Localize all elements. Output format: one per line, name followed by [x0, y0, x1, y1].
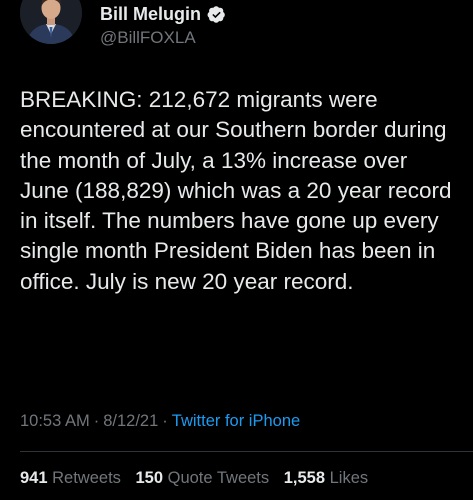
quote-tweets-label: Quote Tweets: [167, 469, 270, 487]
verified-badge-icon: [207, 5, 226, 24]
avatar[interactable]: [20, 0, 82, 44]
likes-label: Likes: [329, 469, 369, 487]
author-display-name[interactable]: Bill Melugin: [100, 4, 201, 25]
retweets-stat[interactable]: 941 Retweets: [20, 469, 121, 487]
divider: [20, 451, 473, 452]
tweet-time[interactable]: 10:53 AM: [20, 412, 90, 430]
likes-stat[interactable]: 1,558 Likes: [284, 469, 368, 487]
meta-separator: ·: [162, 412, 168, 430]
quote-tweets-count: 150: [135, 469, 164, 487]
tweet-source-link[interactable]: Twitter for iPhone: [172, 412, 300, 430]
tweet-stats: 941 Retweets 150 Quote Tweets 1,558 Like…: [20, 469, 378, 488]
tweet-text: BREAKING: 212,672 migrants were encounte…: [20, 87, 452, 294]
tweet-date[interactable]: 8/12/21: [103, 412, 158, 430]
likes-count: 1,558: [283, 469, 326, 487]
author-name-row: Bill Melugin: [100, 2, 226, 26]
author-handle[interactable]: @BillFOXLA: [100, 28, 196, 48]
tweet-meta: 10:53 AM · 8/12/21 · Twitter for iPhone: [20, 412, 300, 431]
retweets-label: Retweets: [52, 469, 121, 487]
quote-tweets-stat[interactable]: 150 Quote Tweets: [136, 469, 270, 487]
retweets-count: 941: [20, 469, 48, 487]
meta-separator: ·: [93, 412, 100, 430]
profile-photo-icon: [20, 0, 82, 44]
